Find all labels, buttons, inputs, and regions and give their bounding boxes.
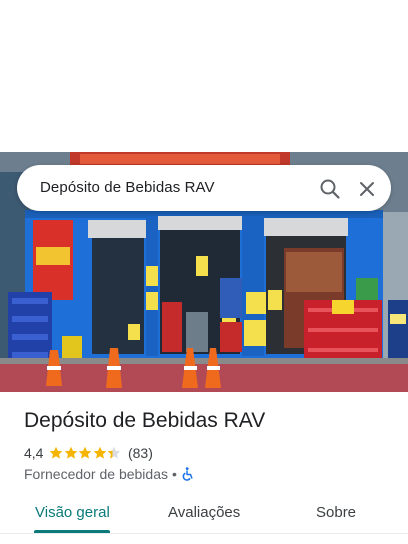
place-title: Depósito de Bebidas RAV (24, 409, 266, 432)
tab-overview[interactable]: Visão geral (35, 504, 110, 521)
star-icon (50, 446, 63, 459)
search-icon[interactable] (318, 177, 342, 201)
tab-about[interactable]: Sobre (316, 504, 356, 521)
star-icon (79, 446, 92, 459)
place-tabs: Visão geral Avaliações Sobre (0, 496, 408, 536)
top-blank-area (0, 0, 408, 152)
close-icon[interactable] (355, 177, 379, 201)
separator: • (172, 466, 177, 482)
search-bar[interactable]: Depósito de Bebidas RAV (17, 165, 391, 211)
wheelchair-icon (181, 467, 194, 481)
category-row: Fornecedor de bebidas • (24, 465, 194, 483)
star-icon (64, 446, 78, 459)
rating-row[interactable]: 4,4 (83) (24, 444, 153, 462)
tabs-divider (0, 533, 408, 534)
review-count[interactable]: (83) (128, 445, 153, 461)
tab-reviews[interactable]: Avaliações (168, 504, 240, 521)
star-icon (108, 446, 121, 459)
star-rating (49, 446, 122, 460)
star-icon (93, 446, 107, 459)
search-input[interactable]: Depósito de Bebidas RAV (40, 179, 215, 196)
place-category[interactable]: Fornecedor de bebidas (24, 466, 168, 482)
rating-value: 4,4 (24, 445, 44, 461)
